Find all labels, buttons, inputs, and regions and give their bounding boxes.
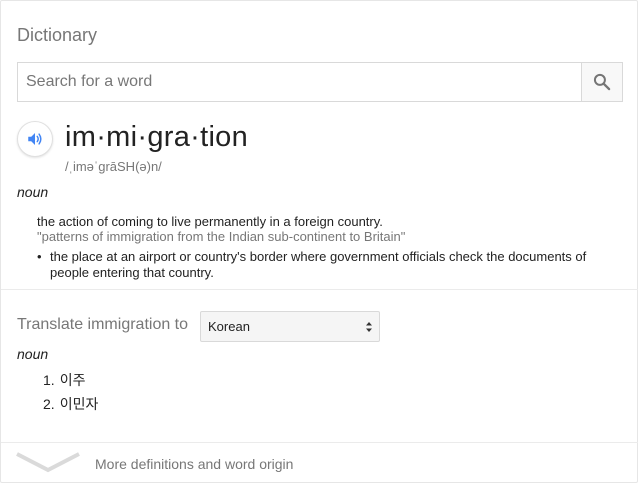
search-button[interactable] [581,63,622,101]
chevron-down-icon [16,452,80,473]
more-definitions-label: More definitions and word origin [95,456,294,472]
select-arrows-icon [366,322,372,332]
language-select[interactable]: Korean [200,311,380,342]
part-of-speech: noun [17,184,49,200]
selected-language: Korean [208,319,250,334]
bullet: • [37,249,42,264]
headword: im·mi·gra·tion [65,121,249,153]
divider [1,289,638,290]
translation-list: 1. 이주 2. 이민자 [43,371,98,419]
search-icon [593,73,611,91]
search-box [17,62,623,102]
card-title: Dictionary [17,25,98,45]
search-input[interactable] [18,63,581,101]
translation-text: 이주 [59,372,86,388]
dictionary-card: Dictionary im·mi·gra·tion /ˌiməˈɡrāSH(ə)… [0,0,638,483]
translation-item: 1. 이주 [43,371,98,395]
translate-label: Translate immigration to [17,316,189,333]
definition-1: the action of coming to live permanently… [37,214,383,229]
translation-number: 1. [43,372,55,388]
speaker-icon [28,133,42,145]
definition-1-example: "patterns of immigration from the Indian… [37,229,406,244]
pronunciation-button[interactable] [17,121,53,157]
definition-2-text: the place at an airport or country's bor… [50,249,587,280]
translation-part-of-speech: noun [17,346,49,362]
more-definitions-button[interactable]: More definitions and word origin [1,443,638,483]
translation-number: 2. [43,396,55,412]
translation-text: 이민자 [59,396,99,412]
definition-2: • the place at an airport or country's b… [37,249,597,281]
phonetic-spelling: /ˌiməˈɡrāSH(ə)n/ [65,159,162,174]
translation-item: 2. 이민자 [43,395,98,419]
